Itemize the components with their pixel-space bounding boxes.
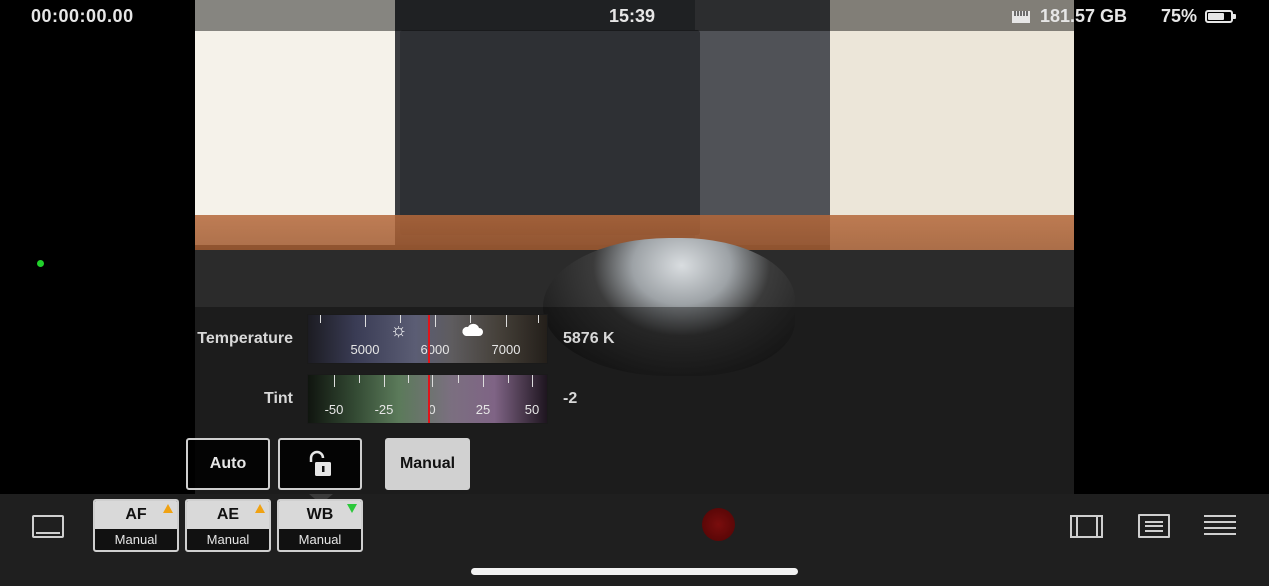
- adjust-line: [1145, 525, 1163, 527]
- adjust-line: [1145, 530, 1163, 532]
- tint-needle[interactable]: [428, 375, 430, 423]
- wb-mode: Manual: [298, 532, 342, 547]
- tint-tick-label: 50: [524, 402, 540, 417]
- temperature-tick-label: 5000: [350, 342, 380, 357]
- cloud-icon: [462, 323, 483, 336]
- sun-icon: ☼: [390, 320, 408, 341]
- storage-indicator: 181.57 GB: [1010, 6, 1127, 27]
- menu-line: [1204, 521, 1236, 523]
- tint-tick-label: -25: [374, 402, 394, 417]
- sd-card-icon: [1012, 10, 1030, 23]
- scale-tick: [365, 315, 366, 327]
- battery-percent: 75%: [1161, 6, 1198, 26]
- ae-mode: Manual: [206, 532, 250, 547]
- tint-label: Tint: [263, 390, 293, 407]
- ae-button[interactable]: AE Manual: [185, 499, 271, 552]
- record-button[interactable]: [702, 508, 735, 541]
- temperature-tick-label: 6000: [420, 342, 450, 357]
- warning-icon: [163, 504, 173, 513]
- scale-tick: [506, 315, 507, 327]
- home-indicator[interactable]: [471, 568, 798, 575]
- wb-button[interactable]: WB Manual: [277, 499, 363, 552]
- wb-auto-button[interactable]: Auto: [186, 438, 270, 490]
- scale-tick: [359, 375, 360, 383]
- scale-tick: [334, 375, 335, 387]
- scale-tick: [508, 375, 509, 383]
- tint-value: -2: [563, 390, 578, 407]
- menu-line: [1204, 515, 1236, 517]
- status-dot: [37, 260, 44, 267]
- tint-slider[interactable]: -50 -25 0 25 50: [307, 374, 548, 424]
- scale-tick: [435, 315, 436, 327]
- scale-tick: [384, 375, 385, 387]
- filmstrip-icon[interactable]: [1070, 515, 1103, 538]
- scale-tick: [538, 315, 539, 323]
- battery-icon: [1205, 10, 1237, 23]
- warning-icon: [255, 504, 265, 513]
- ok-indicator-icon: [347, 504, 357, 513]
- adjust-icon[interactable]: [1138, 514, 1170, 538]
- wb-manual-button[interactable]: Manual: [385, 438, 470, 490]
- af-button[interactable]: AF Manual: [93, 499, 179, 552]
- scale-tick: [532, 375, 533, 387]
- preview-speaker: [830, 0, 1074, 250]
- scale-tick: [470, 315, 471, 323]
- preview-tower: [400, 30, 700, 235]
- af-mode: Manual: [114, 532, 158, 547]
- monitor-icon[interactable]: [32, 515, 64, 538]
- unlock-icon: [309, 450, 331, 476]
- tint-tick-label: 25: [475, 402, 491, 417]
- timecode: 00:00:00.00: [31, 6, 134, 26]
- wb-lock-button[interactable]: [278, 438, 362, 490]
- battery-indicator: 75%: [1161, 6, 1237, 27]
- scale-tick: [483, 375, 484, 387]
- storage-value: 181.57 GB: [1040, 6, 1128, 26]
- menu-line: [1204, 533, 1236, 535]
- temperature-value: 5876 K: [563, 330, 615, 347]
- scale-tick: [408, 375, 409, 383]
- temperature-slider[interactable]: ☼ 5000 6000 7000: [307, 314, 548, 364]
- temperature-needle[interactable]: [428, 315, 430, 363]
- menu-line: [1204, 527, 1236, 529]
- tint-tick-label: -50: [324, 402, 344, 417]
- scale-tick: [432, 375, 433, 387]
- temperature-tick-label: 7000: [491, 342, 521, 357]
- adjust-line: [1145, 521, 1163, 523]
- scale-tick: [458, 375, 459, 383]
- menu-icon[interactable]: [1204, 514, 1236, 538]
- temperature-label: Temperature: [197, 330, 293, 347]
- clock: 15:39: [609, 6, 656, 26]
- scale-tick: [320, 315, 321, 323]
